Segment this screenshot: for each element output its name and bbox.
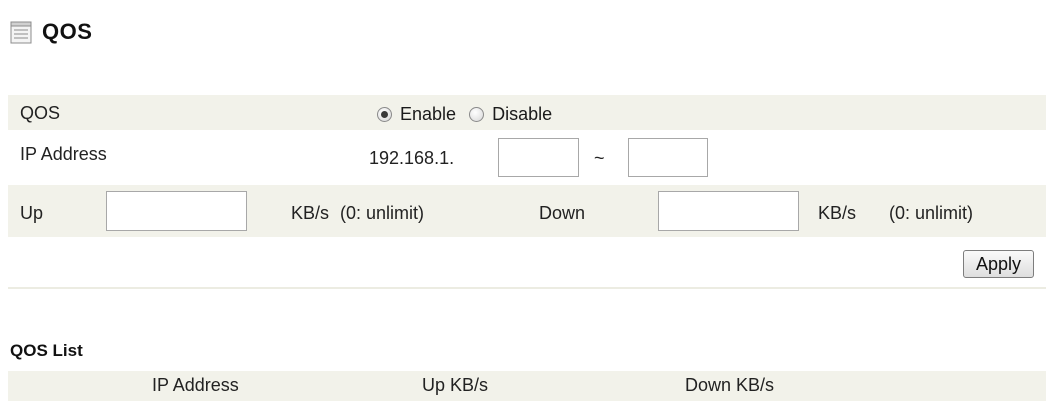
disable-label[interactable]: Disable xyxy=(492,104,552,124)
column-ip-address: IP Address xyxy=(152,375,239,395)
up-label: Up xyxy=(20,203,44,223)
column-up-kbs: Up KB/s xyxy=(422,375,489,395)
apply-row: Apply xyxy=(8,243,1046,285)
ip-start-input[interactable] xyxy=(498,138,579,177)
settings-panel-icon xyxy=(10,21,32,44)
up-hint: (0: unlimit) xyxy=(340,203,425,223)
ip-end-input[interactable] xyxy=(628,138,708,177)
enable-radio[interactable] xyxy=(377,107,392,122)
up-unit: KB/s xyxy=(291,203,330,223)
apply-button[interactable]: Apply xyxy=(963,250,1034,278)
qos-list-header: IP Address Up KB/s Down KB/s xyxy=(8,371,1046,401)
down-speed-input[interactable] xyxy=(658,191,799,231)
down-unit: KB/s xyxy=(818,203,857,223)
enable-label[interactable]: Enable xyxy=(400,104,456,124)
disable-radio[interactable] xyxy=(469,107,485,122)
form-divider xyxy=(8,287,1046,289)
qos-list-title: QOS List xyxy=(10,341,83,360)
down-label: Down xyxy=(539,203,586,223)
qos-label: QOS xyxy=(20,103,61,123)
ip-address-label: IP Address xyxy=(20,144,107,164)
ip-range-separator: ~ xyxy=(594,148,605,168)
page-header: QOS xyxy=(10,12,92,52)
up-speed-input[interactable] xyxy=(106,191,247,231)
bandwidth-row: Up KB/s (0: unlimit) Down KB/s (0: unlim… xyxy=(8,185,1046,237)
qos-enable-row: QOS Enable Disable xyxy=(8,95,1046,130)
ip-address-row: IP Address 192.168.1. ~ xyxy=(8,134,1046,180)
column-down-kbs: Down KB/s xyxy=(685,375,775,395)
page-title: QOS xyxy=(42,19,93,44)
ip-prefix: 192.168.1. xyxy=(369,148,455,168)
down-hint: (0: unlimit) xyxy=(889,203,974,223)
